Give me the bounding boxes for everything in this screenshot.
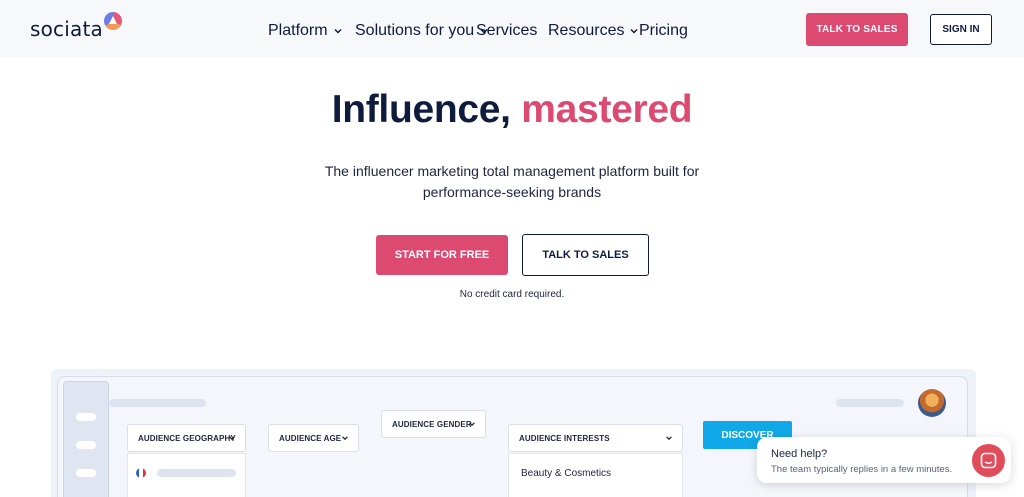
avatar[interactable] — [918, 389, 946, 417]
logo[interactable]: sociata — [30, 12, 122, 44]
site-header: sociata Platform Solutions for you Servi… — [0, 0, 1024, 58]
nav-services-label: Services — [476, 22, 538, 39]
logo-text: sociata — [30, 17, 103, 41]
sidebar-placeholder — [76, 413, 96, 421]
chevron-down-icon — [334, 28, 342, 34]
sidebar-placeholder — [76, 469, 96, 477]
chevron-down-icon — [666, 436, 672, 441]
hero-subtitle-line2: performance-seeking brands — [422, 184, 602, 200]
nav-resources-label: Resources — [548, 22, 625, 39]
chevron-down-icon — [229, 436, 235, 441]
filter-label: AUDIENCE GENDER — [392, 419, 472, 429]
chevron-down-icon — [342, 436, 348, 441]
france-flag-icon — [136, 468, 146, 478]
hero-subtitle-line1: The influencer marketing total managemen… — [324, 163, 700, 179]
talk-to-sales-button[interactable]: TALK TO SALES — [522, 234, 649, 276]
nav-resources[interactable]: Resources — [548, 22, 639, 40]
placeholder-bar — [157, 469, 236, 477]
hero-title-accent: mastered — [521, 88, 693, 131]
placeholder-bar — [836, 399, 904, 407]
header-talk-to-sales-button[interactable]: TALK TO SALES — [806, 13, 908, 46]
nav-pricing[interactable]: Pricing — [639, 22, 688, 40]
filter-audience-geography[interactable]: AUDIENCE GEOGRAPHY — [127, 424, 246, 452]
filter-audience-gender[interactable]: AUDIENCE GENDER — [381, 410, 486, 438]
chat-launcher-button[interactable] — [972, 444, 1005, 477]
nav-solutions-label: Solutions for you — [355, 22, 475, 39]
dashboard-sidebar — [63, 381, 109, 497]
nav-platform-label: Platform — [268, 22, 328, 39]
start-for-free-button[interactable]: START FOR FREE — [376, 235, 508, 275]
filter-label: AUDIENCE INTERESTS — [519, 433, 610, 443]
nav-solutions[interactable]: Solutions for you — [355, 22, 489, 40]
placeholder-bar — [109, 399, 206, 407]
sidebar-placeholder — [76, 441, 96, 449]
filter-label: AUDIENCE GEOGRAPHY — [138, 433, 236, 443]
interest-option[interactable]: Beauty & Cosmetics — [521, 468, 611, 479]
chat-subtitle: The team typically replies in a few minu… — [771, 464, 953, 475]
filter-audience-age[interactable]: AUDIENCE AGE — [268, 424, 359, 452]
logo-mark-icon — [103, 12, 122, 30]
nav-services[interactable]: Services — [476, 22, 537, 40]
chat-icon — [980, 452, 997, 469]
nav-pricing-label: Pricing — [639, 22, 688, 39]
hero-title: Influence, mastered — [0, 88, 1024, 132]
sign-in-button[interactable]: SIGN IN — [930, 14, 992, 45]
nav-platform[interactable]: Platform — [268, 22, 343, 40]
chat-title: Need help? — [771, 448, 828, 460]
filter-label: AUDIENCE AGE — [279, 433, 342, 443]
hero-title-main: Influence, — [331, 88, 511, 131]
no-credit-card-note: No credit card required. — [459, 289, 565, 300]
chevron-down-icon — [469, 422, 475, 427]
filter-audience-interests[interactable]: AUDIENCE INTERESTS — [508, 424, 683, 452]
hero-subtitle: The influencer marketing total managemen… — [312, 161, 712, 203]
chevron-down-icon — [630, 28, 639, 34]
